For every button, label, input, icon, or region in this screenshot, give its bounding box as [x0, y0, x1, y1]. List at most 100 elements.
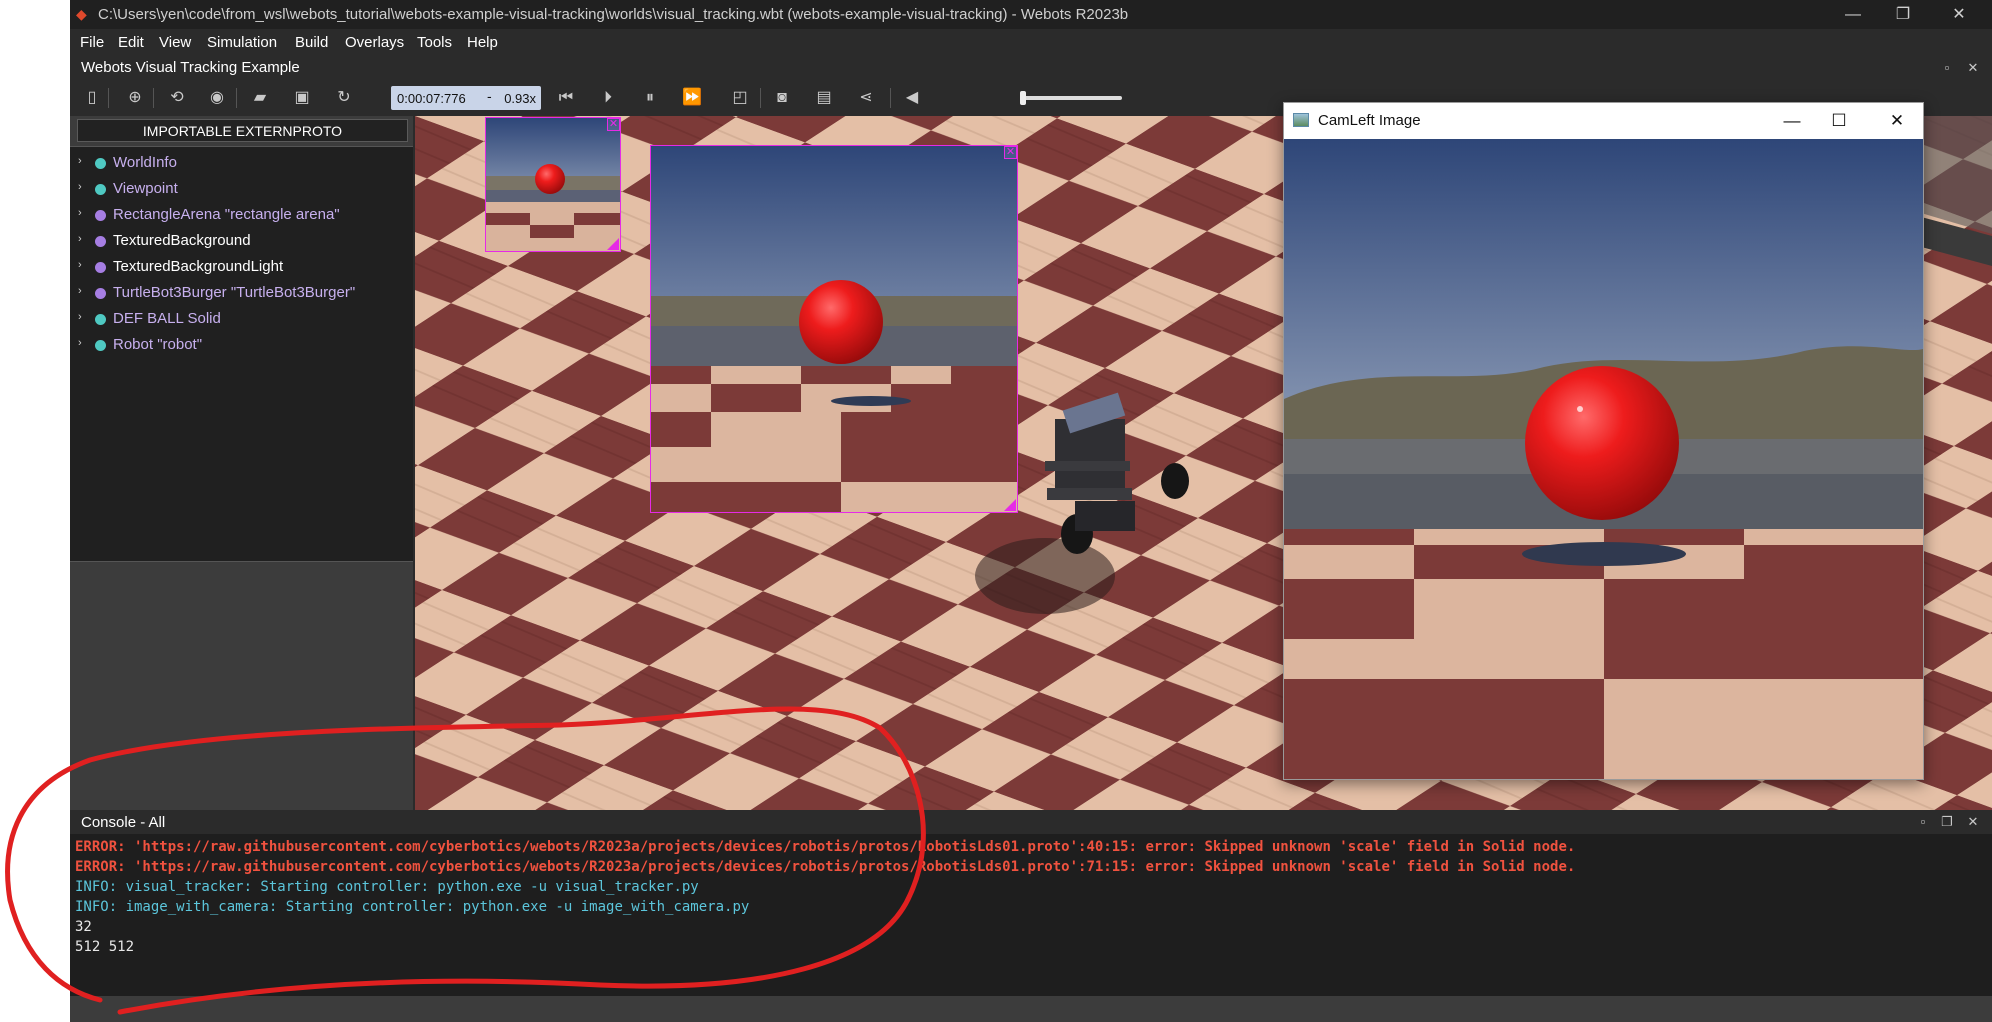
screenshot-icon[interactable]: ◙: [770, 87, 794, 109]
scene-tree-node-label: TexturedBackgroundLight: [113, 258, 284, 275]
menu-simulation[interactable]: Simulation: [207, 34, 277, 51]
webots-window: ◆ C:\Users\yen\code\from_wsl\webots_tuto…: [70, 0, 1992, 1022]
node-type-icon: [95, 288, 106, 299]
scene-tree-node-label: Robot "robot": [113, 336, 203, 353]
view-eye-icon[interactable]: ◉: [205, 87, 229, 109]
console-undock-icon[interactable]: ❐: [1940, 815, 1954, 829]
scene-tree-node-label: WorldInfo: [113, 154, 177, 171]
expand-arrow-icon[interactable]: ›: [78, 233, 82, 245]
node-type-icon: [95, 236, 106, 247]
camleft-window-titlebar[interactable]: CamLeft Image — ☐ ✕: [1284, 103, 1923, 139]
maximize-button[interactable]: ❐: [1880, 0, 1926, 29]
node-type-icon: [95, 158, 106, 169]
undock-icon[interactable]: ▫: [1940, 61, 1954, 75]
menu-file[interactable]: File: [80, 34, 104, 51]
expand-arrow-icon[interactable]: ›: [78, 311, 82, 323]
time-separator: -: [487, 88, 492, 104]
world-title-bar: Webots Visual Tracking Example ▫ ✕: [70, 56, 1992, 80]
scene-tree-node-label: Viewpoint: [113, 180, 178, 197]
reset-viewpoint-icon[interactable]: ⟲: [165, 87, 189, 109]
expand-arrow-icon[interactable]: ›: [78, 155, 82, 167]
share-icon[interactable]: ⋖: [854, 87, 878, 109]
overlay-close-icon[interactable]: ✕: [607, 118, 620, 131]
save-world-icon[interactable]: ▣: [290, 87, 314, 109]
webots-logo-icon: ◆: [76, 6, 87, 22]
simulation-time-display: 0:00:07:776 - 0.93x: [391, 86, 541, 110]
reload-world-icon[interactable]: ↻: [332, 87, 356, 109]
scene-tree: › WorldInfo › Viewpoint › RectangleArena "rec…: [70, 146, 413, 562]
node-type-icon: [95, 340, 106, 351]
camleft-maximize-button[interactable]: ☐: [1816, 103, 1862, 139]
menu-tools[interactable]: Tools: [417, 34, 452, 51]
expand-arrow-icon[interactable]: ›: [78, 285, 82, 297]
scene-tree-node[interactable]: › DEF BALL Solid: [70, 307, 410, 331]
scene-tree-node[interactable]: › Robot "robot": [70, 333, 410, 357]
menu-build[interactable]: Build: [295, 34, 328, 51]
reset-simulation-icon[interactable]: ⏮: [554, 87, 578, 109]
overlay-resize-handle[interactable]: [1004, 499, 1016, 511]
overlay-resize-handle[interactable]: [607, 238, 619, 250]
node-type-icon: [95, 262, 106, 273]
close-button[interactable]: ✕: [1936, 0, 1982, 29]
console-line: 512 512: [75, 939, 135, 955]
overlay-close-icon[interactable]: ✕: [1004, 146, 1017, 159]
console-line: INFO: image_with_camera: Starting contro…: [75, 899, 750, 915]
toggle-scene-tree-icon[interactable]: ▯: [80, 87, 104, 109]
fast-forward-icon[interactable]: ⏩: [680, 87, 704, 109]
expand-arrow-icon[interactable]: ›: [78, 181, 82, 193]
simulation-time: 0:00:07:776: [397, 91, 466, 106]
camera-overlay-large[interactable]: ✕: [650, 145, 1018, 513]
scene-tree-node[interactable]: › WorldInfo: [70, 151, 410, 175]
console-output[interactable]: ERROR: 'https://raw.githubusercontent.co…: [70, 834, 1992, 996]
volume-slider[interactable]: [1020, 91, 1122, 105]
scene-tree-node-label: TurtleBot3Burger "TurtleBot3Burger": [113, 284, 356, 301]
menu-overlays[interactable]: Overlays: [345, 34, 404, 51]
menu-bar: File Edit View Simulation Build Overlays…: [70, 29, 1992, 56]
camera-image: [1284, 139, 1923, 779]
console-line: ERROR: 'https://raw.githubusercontent.co…: [75, 859, 1576, 875]
scene-tree-node[interactable]: › TurtleBot3Burger "TurtleBot3Burger": [70, 281, 410, 305]
toolbar-separator: [108, 88, 109, 108]
node-type-icon: [95, 314, 106, 325]
menu-help[interactable]: Help: [467, 34, 498, 51]
step-icon[interactable]: ⏵: [596, 87, 620, 109]
mute-icon[interactable]: ◀: [900, 87, 924, 109]
camleft-close-button[interactable]: ✕: [1874, 103, 1920, 139]
toolbar-separator: [236, 88, 237, 108]
expand-arrow-icon[interactable]: ›: [78, 207, 82, 219]
pause-icon[interactable]: ⏸: [638, 87, 662, 109]
node-type-icon: [95, 210, 106, 221]
camleft-minimize-button[interactable]: —: [1769, 103, 1815, 139]
expand-arrow-icon[interactable]: ›: [78, 337, 82, 349]
camleft-image-window[interactable]: CamLeft Image — ☐ ✕: [1283, 102, 1924, 780]
scene-tree-node[interactable]: › TexturedBackground: [70, 229, 410, 253]
console-close-icon[interactable]: ✕: [1966, 815, 1980, 829]
toolbar-separator: [153, 88, 154, 108]
image-window-icon: [1293, 113, 1309, 127]
scene-tree-node[interactable]: › TexturedBackgroundLight: [70, 255, 410, 279]
close-dock-icon[interactable]: ✕: [1966, 61, 1980, 75]
console-minimize-icon[interactable]: ▫: [1916, 815, 1930, 829]
expand-arrow-icon[interactable]: ›: [78, 259, 82, 271]
scene-tree-node-label: RectangleArena "rectangle arena": [113, 206, 340, 223]
minimize-button[interactable]: —: [1830, 0, 1876, 29]
console-line: ERROR: 'https://raw.githubusercontent.co…: [75, 839, 1576, 855]
status-bar: [70, 996, 1992, 1022]
volume-slider-knob[interactable]: [1020, 91, 1026, 105]
menu-edit[interactable]: Edit: [118, 34, 144, 51]
menu-view[interactable]: View: [159, 34, 191, 51]
camera-overlay-small[interactable]: ✕: [485, 117, 621, 252]
scene-tree-node[interactable]: › Viewpoint: [70, 177, 410, 201]
open-world-icon[interactable]: ▰: [248, 87, 272, 109]
add-node-icon[interactable]: ⊕: [123, 87, 147, 109]
console-title: Console - All: [81, 814, 166, 831]
simulation-speed: 0.93x: [504, 91, 536, 106]
movie-icon[interactable]: ▤: [812, 87, 836, 109]
scene-tree-panel: IMPORTABLE EXTERNPROTO › WorldInfo › Viewpo…: [70, 116, 413, 810]
node-type-icon: [95, 184, 106, 195]
scene-tree-node[interactable]: › RectangleArena "rectangle arena": [70, 203, 410, 227]
toolbar-separator: [760, 88, 761, 108]
importable-externproto-button[interactable]: IMPORTABLE EXTERNPROTO: [77, 119, 408, 142]
scene-tree-node-label: TexturedBackground: [113, 232, 251, 249]
rendering-icon[interactable]: ◰: [728, 87, 752, 109]
